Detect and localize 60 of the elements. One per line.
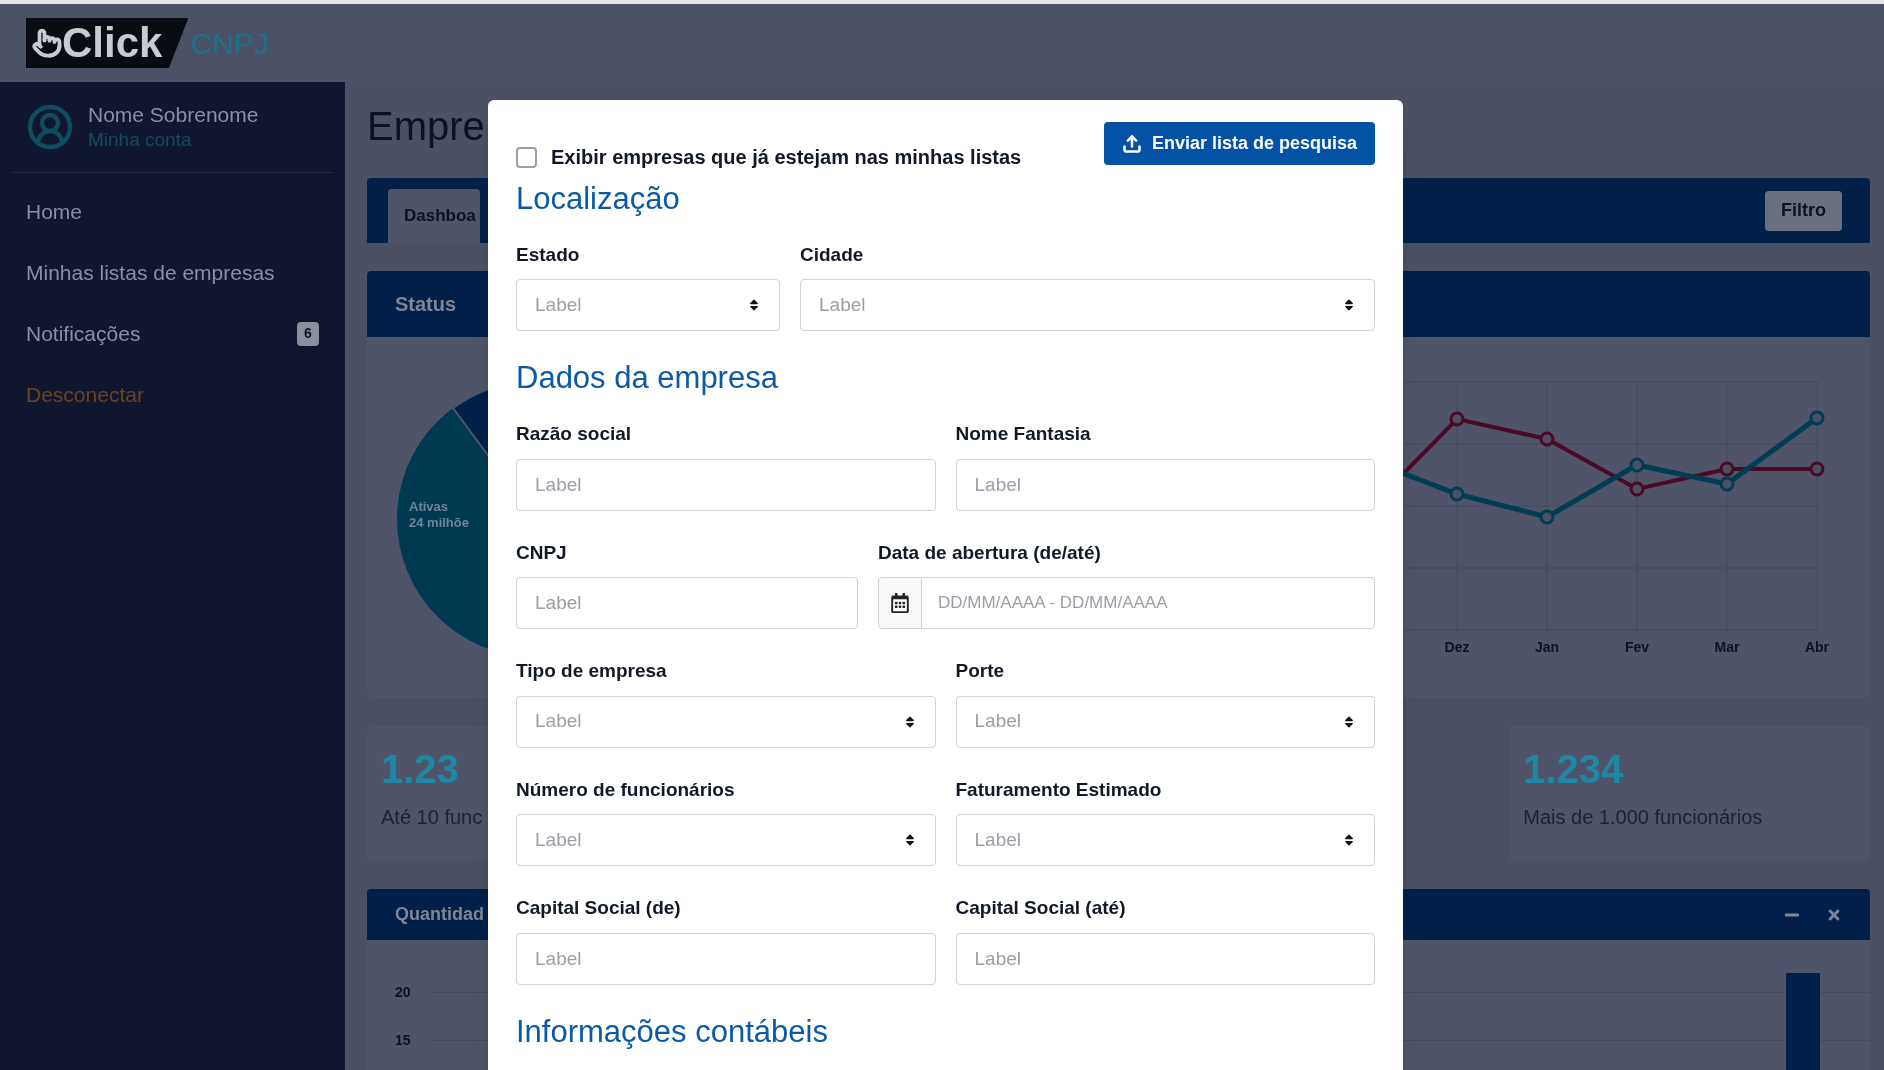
field-label: Cidade <box>800 242 865 267</box>
axis-label: Mar <box>1714 638 1740 657</box>
select-field[interactable]: Label <box>516 279 780 332</box>
sidebar-item[interactable]: Notificações 6 <box>12 303 333 364</box>
field-label: Data de abertura (de/até) <box>878 540 1102 565</box>
tab[interactable]: Dashboa <box>388 189 480 243</box>
sort-icon <box>747 298 761 313</box>
select-field[interactable]: Label <box>516 814 936 866</box>
sort-icon <box>1342 833 1356 847</box>
pie-label: Ativas <box>409 499 449 516</box>
sort-icon <box>1342 298 1356 313</box>
upload-icon <box>1121 133 1142 154</box>
calendar-icon <box>890 593 910 613</box>
user-name: Nome Sobrenome <box>88 102 259 128</box>
checkbox[interactable] <box>516 146 537 168</box>
panel-title: Quantidad <box>395 903 484 926</box>
text-field[interactable]: Label <box>955 458 1375 511</box>
axis-label: Jan <box>1534 638 1560 657</box>
text-field[interactable]: Label <box>516 577 858 629</box>
field-label: Estado <box>516 242 581 267</box>
sort-icon <box>1342 714 1356 729</box>
pie-value: 24 milhõe <box>409 515 469 532</box>
axis-label: 15 <box>395 1030 412 1050</box>
section-title: Localização <box>516 180 681 218</box>
axis-label: Dez <box>1444 638 1470 657</box>
sidebar-item[interactable]: Home <box>12 181 333 242</box>
select-field[interactable]: Label <box>955 695 1375 748</box>
page-title: Empre <box>367 106 485 150</box>
axis-label: Abr <box>1804 638 1830 657</box>
select-field[interactable]: Label <box>800 279 1375 332</box>
sidebar-item[interactable]: Minhas listas de empresas <box>12 242 333 303</box>
user-avatar-icon <box>26 103 74 151</box>
text-field[interactable]: Label <box>516 458 936 511</box>
field-label: Porte <box>955 659 1006 683</box>
stat-value: 1.234 <box>1523 746 1624 793</box>
field-label: Capital Social (de) <box>516 896 682 920</box>
filter-button[interactable]: Filtro <box>1765 190 1842 231</box>
field-label: Tipo de empresa <box>516 659 668 683</box>
select-field[interactable]: Label <box>955 814 1375 866</box>
field-label: Faturamento Estimado <box>955 777 1163 802</box>
section-title: Dados da empresa <box>516 359 779 398</box>
stat-value: 1.23 <box>381 746 459 793</box>
submit-button[interactable]: Enviar lista de pesquisa <box>1103 122 1375 165</box>
panel-title: Status <box>395 292 457 317</box>
axis-label: Fev <box>1624 638 1650 657</box>
field-label: Capital Social (até) <box>955 896 1127 920</box>
checkbox-label: Exibir empresas que já estejam nas minhas listas <box>551 145 1022 170</box>
section-title: Informações contábeis <box>516 1012 829 1051</box>
field-label: Razão social <box>516 422 633 446</box>
date-range-field[interactable]: DD/MM/AAAA - DD/MM/AAAA <box>922 577 1375 629</box>
text-field[interactable]: Label <box>955 932 1375 985</box>
field-label: Nome Fantasia <box>955 422 1092 446</box>
calendar-button[interactable] <box>878 577 922 629</box>
sidebar-item[interactable]: Desconectar <box>12 364 333 425</box>
field-label: Número de funcionários <box>516 777 736 802</box>
text-field[interactable]: Label <box>516 932 936 985</box>
notification-count: 6 <box>297 321 319 346</box>
select-field[interactable]: Label <box>516 695 936 748</box>
field-label: CNPJ <box>516 540 568 565</box>
axis-label: 20 <box>395 982 412 1002</box>
